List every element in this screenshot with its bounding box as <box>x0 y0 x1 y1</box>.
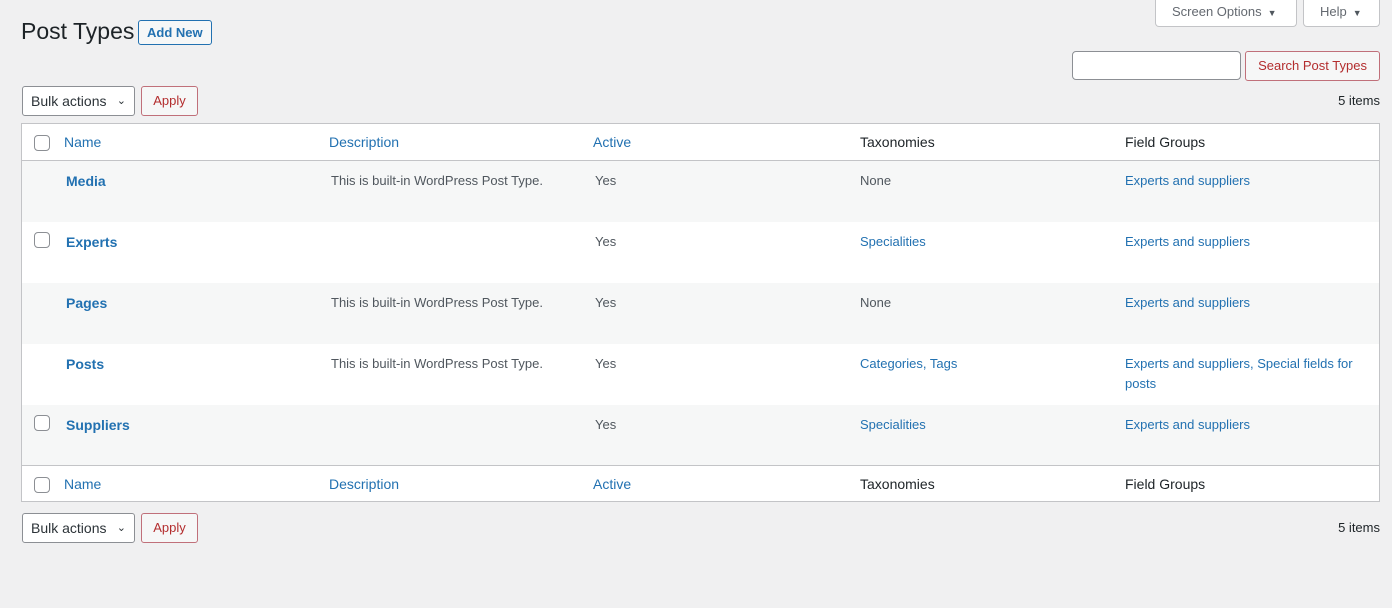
row-active: Yes <box>595 356 617 371</box>
chevron-down-icon: ⌄ <box>116 95 126 107</box>
column-taxonomies-footer: Taxonomies <box>860 476 935 492</box>
row-name-link[interactable]: Posts <box>66 354 104 374</box>
row-name-link[interactable]: Pages <box>66 293 107 313</box>
row-active: Yes <box>595 417 617 432</box>
table-header: Name Description Active Taxonomies Field… <box>22 124 1379 161</box>
row-name-link[interactable]: Experts <box>66 232 117 252</box>
row-taxonomies-link[interactable]: Categories, Tags <box>860 354 957 374</box>
help-button[interactable]: Help ▼ <box>1303 0 1380 27</box>
bulk-actions-select-top[interactable]: Bulk actions ⌄ <box>22 86 135 116</box>
row-field-groups-link[interactable]: Experts and suppliers <box>1125 232 1375 252</box>
caret-down-icon: ▼ <box>1352 8 1362 18</box>
row-field-groups-link[interactable]: Experts and suppliers, Special fields fo… <box>1125 354 1375 394</box>
row-field-groups-link[interactable]: Experts and suppliers <box>1125 415 1375 435</box>
column-field-groups-footer: Field Groups <box>1125 476 1206 492</box>
item-count-bottom: 5 items <box>1338 520 1380 535</box>
row-checkbox[interactable] <box>34 232 50 248</box>
search-input[interactable] <box>1072 51 1241 80</box>
column-active-footer[interactable]: Active <box>593 476 631 492</box>
column-description[interactable]: Description <box>329 134 399 150</box>
column-field-groups: Field Groups <box>1125 134 1206 150</box>
screen-options-button[interactable]: Screen Options ▼ <box>1155 0 1297 27</box>
caret-down-icon: ▼ <box>1267 8 1277 18</box>
item-count-top: 5 items <box>1338 93 1380 108</box>
bulk-actions-select-bottom[interactable]: Bulk actions ⌄ <box>22 513 135 543</box>
bulk-actions-label: Bulk actions <box>31 520 107 536</box>
column-name[interactable]: Name <box>64 134 101 150</box>
table-row: Media This is built-in WordPress Post Ty… <box>22 161 1379 222</box>
column-taxonomies: Taxonomies <box>860 134 935 150</box>
page-title: Post Types <box>21 18 135 44</box>
table-row: Posts This is built-in WordPress Post Ty… <box>22 344 1379 405</box>
table-row: Experts Yes Specialities Experts and sup… <box>22 222 1379 283</box>
row-description: This is built-in WordPress Post Type. <box>331 173 543 188</box>
help-label: Help <box>1320 4 1347 19</box>
row-name-link[interactable]: Suppliers <box>66 415 130 435</box>
row-taxonomies-link[interactable]: Specialities <box>860 232 926 252</box>
screen-options-label: Screen Options <box>1172 4 1262 19</box>
search-post-types-button[interactable]: Search Post Types <box>1245 51 1380 81</box>
table-row: Pages This is built-in WordPress Post Ty… <box>22 283 1379 344</box>
post-types-table: Name Description Active Taxonomies Field… <box>21 123 1380 502</box>
select-all-checkbox[interactable] <box>34 135 50 151</box>
column-active[interactable]: Active <box>593 134 631 150</box>
row-taxonomies: None <box>860 173 892 188</box>
add-new-button[interactable]: Add New <box>138 20 212 45</box>
row-active: Yes <box>595 295 617 310</box>
table-row: Suppliers Yes Specialities Experts and s… <box>22 405 1379 466</box>
row-active: Yes <box>595 173 617 188</box>
select-all-checkbox-footer[interactable] <box>34 477 50 493</box>
row-field-groups-link[interactable]: Experts and suppliers <box>1125 171 1375 191</box>
table-footer: Name Description Active Taxonomies Field… <box>22 465 1379 501</box>
column-description-footer[interactable]: Description <box>329 476 399 492</box>
row-description: This is built-in WordPress Post Type. <box>331 356 543 371</box>
column-name-footer[interactable]: Name <box>64 476 101 492</box>
row-field-groups-link[interactable]: Experts and suppliers <box>1125 293 1375 313</box>
chevron-down-icon: ⌄ <box>116 522 126 534</box>
row-name-link[interactable]: Media <box>66 171 106 191</box>
bulk-actions-label: Bulk actions <box>31 93 107 109</box>
apply-button-top[interactable]: Apply <box>141 86 198 116</box>
row-taxonomies-link[interactable]: Specialities <box>860 415 926 435</box>
apply-button-bottom[interactable]: Apply <box>141 513 198 543</box>
row-taxonomies: None <box>860 295 892 310</box>
row-checkbox[interactable] <box>34 415 50 431</box>
row-description: This is built-in WordPress Post Type. <box>331 295 543 310</box>
row-active: Yes <box>595 234 617 249</box>
